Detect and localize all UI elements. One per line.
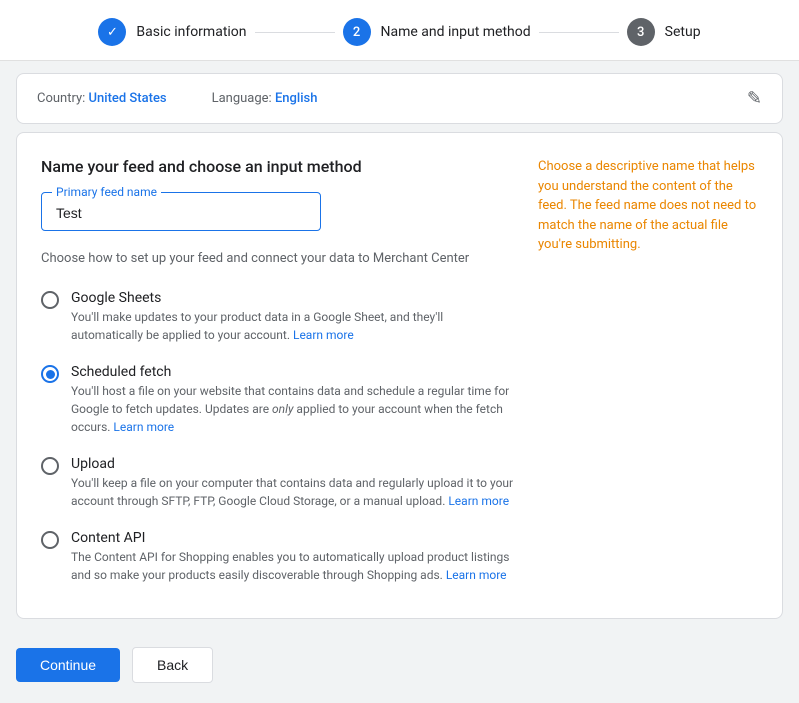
radio-title-scheduled-fetch: Scheduled fetch (71, 364, 514, 380)
country-value: United States (89, 91, 167, 106)
learn-more-upload[interactable]: Learn more (448, 494, 509, 508)
radio-content-upload: Upload You'll keep a file on your comput… (71, 456, 514, 510)
radio-desc-content-api: The Content API for Shopping enables you… (71, 548, 514, 584)
info-bar-text: Country: United States Language: English (37, 91, 317, 106)
feed-name-input-wrapper: Primary feed name (41, 192, 321, 231)
language-value: English (275, 91, 318, 106)
learn-more-google-sheets[interactable]: Learn more (293, 328, 354, 342)
info-bar: Country: United States Language: English… (16, 73, 783, 124)
step-connector-2 (539, 32, 619, 33)
edit-icon[interactable]: ✎ (747, 88, 762, 109)
language-label: Language: (212, 91, 272, 106)
radio-btn-scheduled-fetch[interactable] (41, 365, 59, 383)
radio-item-upload[interactable]: Upload You'll keep a file on your comput… (41, 446, 514, 520)
radio-item-content-api[interactable]: Content API The Content API for Shopping… (41, 520, 514, 594)
country-label: Country: (37, 91, 85, 106)
radio-desc-upload: You'll keep a file on your computer that… (71, 474, 514, 510)
radio-content-scheduled-fetch: Scheduled fetch You'll host a file on yo… (71, 364, 514, 436)
radio-content-content-api: Content API The Content API for Shopping… (71, 530, 514, 584)
card-right-hint: Choose a descriptive name that helps you… (538, 157, 758, 594)
card-left: Name your feed and choose an input metho… (41, 157, 514, 594)
radio-desc-text-google-sheets: You'll make updates to your product data… (71, 310, 443, 342)
step-circle-name-input: 2 (343, 18, 371, 46)
step-check-icon: ✓ (107, 25, 118, 40)
separator (186, 91, 192, 106)
radio-title-google-sheets: Google Sheets (71, 290, 514, 306)
step-name-input: 2 Name and input method (343, 18, 531, 46)
radio-content-google-sheets: Google Sheets You'll make updates to you… (71, 290, 514, 344)
back-button[interactable]: Back (132, 647, 213, 683)
step-basic-info: ✓ Basic information (98, 18, 246, 46)
learn-more-content-api[interactable]: Learn more (446, 568, 507, 582)
step-number-name-input: 2 (353, 25, 360, 40)
section-title: Name your feed and choose an input metho… (41, 157, 514, 176)
stepper: ✓ Basic information 2 Name and input met… (0, 0, 799, 61)
radio-item-google-sheets[interactable]: Google Sheets You'll make updates to you… (41, 280, 514, 354)
step-circle-setup: 3 (627, 18, 655, 46)
choose-method-label: Choose how to set up your feed and conne… (41, 251, 514, 266)
continue-button[interactable]: Continue (16, 648, 120, 682)
step-label-setup: Setup (665, 24, 701, 40)
radio-item-scheduled-fetch[interactable]: Scheduled fetch You'll host a file on yo… (41, 354, 514, 446)
card-inner: Name your feed and choose an input metho… (41, 157, 758, 594)
step-number-setup: 3 (637, 25, 644, 40)
feed-name-label: Primary feed name (52, 185, 161, 199)
radio-desc-text-content-api: The Content API for Shopping enables you… (71, 550, 510, 582)
step-setup: 3 Setup (627, 18, 701, 46)
step-connector-1 (255, 32, 335, 33)
radio-title-upload: Upload (71, 456, 514, 472)
radio-btn-google-sheets[interactable] (41, 291, 59, 309)
radio-title-content-api: Content API (71, 530, 514, 546)
radio-desc-google-sheets: You'll make updates to your product data… (71, 308, 514, 344)
radio-group: Google Sheets You'll make updates to you… (41, 280, 514, 594)
bottom-bar: Continue Back (0, 635, 799, 703)
step-circle-basic-info: ✓ (98, 18, 126, 46)
feed-name-input[interactable] (56, 205, 306, 221)
step-label-name-input: Name and input method (381, 24, 531, 40)
radio-desc-text-upload: You'll keep a file on your computer that… (71, 476, 513, 508)
radio-desc-scheduled-fetch: You'll host a file on your website that … (71, 382, 514, 436)
main-card: Name your feed and choose an input metho… (16, 132, 783, 619)
step-label-basic-info: Basic information (136, 24, 246, 40)
radio-btn-content-api[interactable] (41, 531, 59, 549)
learn-more-scheduled-fetch[interactable]: Learn more (113, 420, 174, 434)
radio-btn-upload[interactable] (41, 457, 59, 475)
